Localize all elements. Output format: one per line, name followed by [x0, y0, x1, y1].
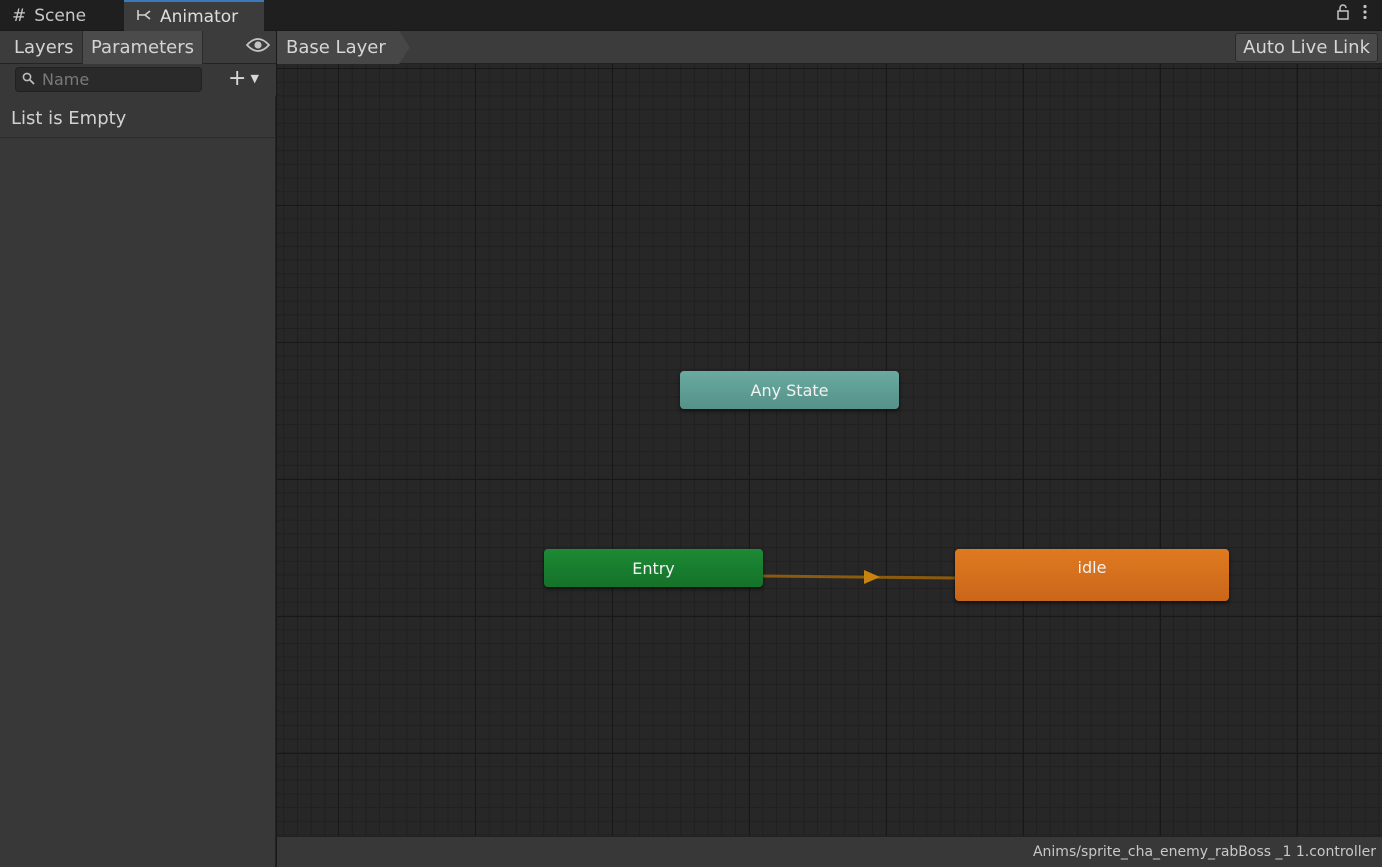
empty-list-message: List is Empty — [0, 100, 276, 138]
tab-scene-label: Scene — [34, 5, 87, 26]
breadcrumb-bar: Base Layer Auto Live Link — [277, 31, 1382, 64]
state-machine-graph[interactable]: Any State Entry idle — [277, 64, 1382, 836]
tab-animator-label: Animator — [160, 6, 239, 27]
state-node-label: Entry — [632, 558, 675, 578]
tab-parameters-label: Parameters — [91, 37, 195, 58]
chevron-down-icon: ▼ — [250, 72, 259, 85]
add-parameter-button[interactable]: + ▼ — [228, 66, 259, 92]
search-row: + ▼ — [0, 64, 276, 96]
tab-scene[interactable]: # Scene — [12, 0, 86, 31]
tab-parameters[interactable]: Parameters — [82, 31, 204, 64]
state-node-label: Any State — [750, 380, 829, 400]
controller-file-path: Anims/sprite_cha_enemy_rabBoss _1 1.cont… — [1032, 844, 1376, 860]
search-icon — [22, 72, 35, 88]
auto-live-link-button[interactable]: Auto Live Link — [1235, 33, 1378, 62]
transition-entry-to-idle[interactable] — [277, 64, 1382, 836]
state-node-any-state[interactable]: Any State — [680, 371, 899, 409]
window-tab-strip: # Scene Animator — [0, 0, 1382, 31]
plus-icon: + — [228, 66, 247, 91]
kebab-menu-icon[interactable] — [1362, 4, 1368, 24]
left-panel: Layers Parameters + ▼ List is Empty — [0, 31, 276, 867]
animator-icon — [136, 7, 152, 27]
state-node-idle[interactable]: idle — [955, 549, 1229, 601]
window-controls — [1336, 4, 1368, 24]
tab-layers[interactable]: Layers — [6, 31, 82, 64]
search-input[interactable] — [42, 70, 192, 89]
tab-animator[interactable]: Animator — [124, 0, 264, 31]
state-node-label: idle — [1077, 558, 1107, 577]
grid-icon: # — [12, 5, 27, 26]
eye-icon[interactable] — [245, 35, 271, 59]
left-panel-tabs: Layers Parameters — [0, 31, 276, 64]
breadcrumb-base-layer[interactable]: Base Layer — [277, 31, 410, 64]
lock-icon[interactable] — [1336, 4, 1350, 24]
tab-layers-label: Layers — [14, 37, 74, 58]
search-box — [15, 67, 202, 92]
state-node-entry[interactable]: Entry — [544, 549, 763, 587]
status-bar: Anims/sprite_cha_enemy_rabBoss _1 1.cont… — [277, 836, 1382, 867]
